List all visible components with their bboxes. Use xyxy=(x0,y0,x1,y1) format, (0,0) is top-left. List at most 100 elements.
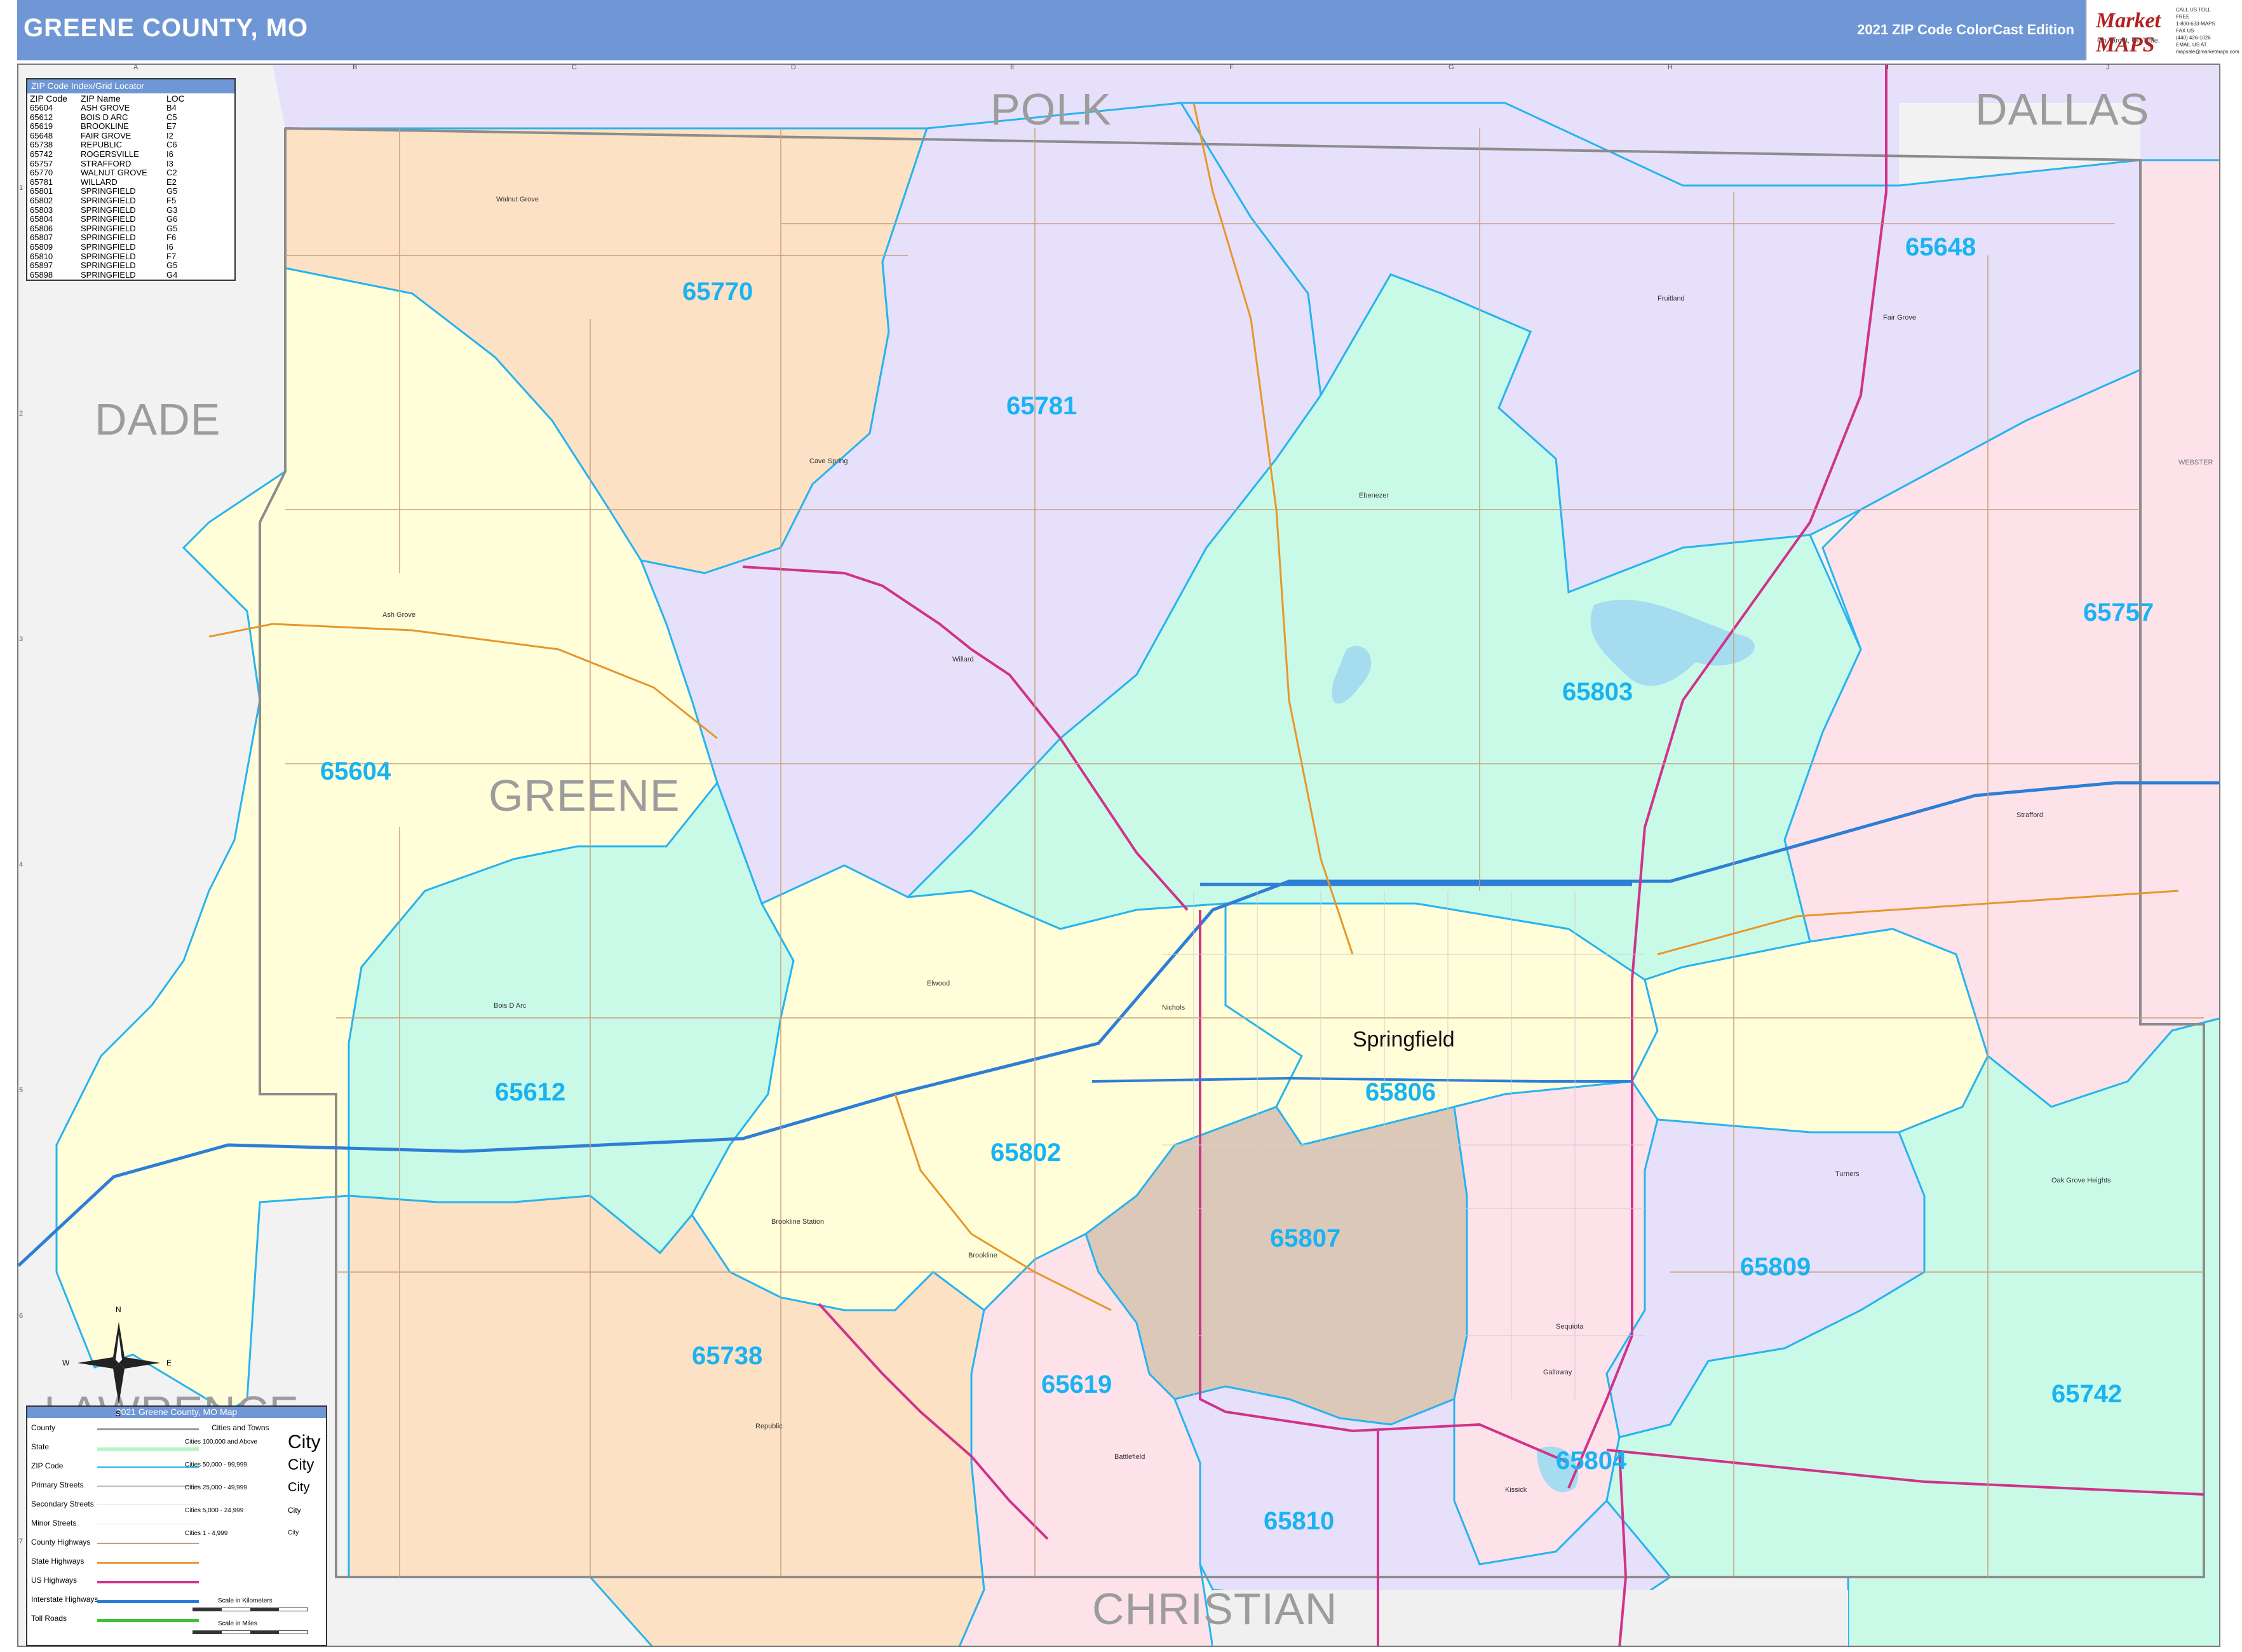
city-size-label: Cities 25,000 - 49,999 xyxy=(185,1484,247,1491)
index-zip: 65809 xyxy=(30,241,53,252)
town-label-republic: Republic xyxy=(755,1423,783,1430)
legend-item-label: ZIP Code xyxy=(31,1461,64,1470)
index-row: 65757 STRAFFORD I3 xyxy=(27,159,234,169)
index-zip: 65612 xyxy=(30,112,53,122)
index-name: FAIR GROVE xyxy=(81,130,132,140)
grid-col-d: D xyxy=(791,64,796,71)
legend-item-swatch xyxy=(97,1543,199,1544)
index-zip: 65801 xyxy=(30,186,53,196)
legend-item-label: County Highways xyxy=(31,1538,91,1547)
city-size-label: Cities 1 - 4,999 xyxy=(185,1530,228,1537)
zip-label-65742: 65742 xyxy=(2051,1380,2123,1408)
zip-label-65770: 65770 xyxy=(682,278,753,306)
index-zip: 65619 xyxy=(30,121,53,132)
zip-label-65619: 65619 xyxy=(1041,1371,1112,1398)
index-zip: 65804 xyxy=(30,214,53,224)
index-loc: G5 xyxy=(166,223,178,233)
index-loc: G5 xyxy=(166,186,178,196)
market-maps-logo: Market MAPS On Target, On Time. CALL US … xyxy=(2086,0,2239,60)
index-col-loc: LOC xyxy=(166,93,185,104)
town-label-bois-d-arc: Bois D Arc xyxy=(494,1002,527,1010)
index-loc: G6 xyxy=(166,214,178,224)
index-zip: 65803 xyxy=(30,205,53,215)
index-zip: 65810 xyxy=(30,251,53,261)
grid-row-7: 7 xyxy=(19,1538,24,1545)
compass-north: N xyxy=(116,1305,121,1314)
edition-label: 2021 ZIP Code ColorCast Edition xyxy=(1857,22,2074,37)
town-label-ash-grove: Ash Grove xyxy=(382,611,415,619)
index-loc: C6 xyxy=(166,140,177,150)
grid-row-1: 1 xyxy=(19,184,24,192)
index-name: BROOKLINE xyxy=(81,121,129,132)
scale-km-label: Scale in Kilometers xyxy=(218,1597,273,1604)
index-row: 65648 FAIR GROVE I2 xyxy=(27,130,234,141)
town-label-battlefield: Battlefield xyxy=(1114,1453,1145,1461)
map-frame[interactable]: POLK DALLAS DADE GREENE LAWRENCE CHRISTI… xyxy=(17,64,2220,1647)
index-zip: 65742 xyxy=(30,149,53,159)
grid-col-f: F xyxy=(1229,64,1234,71)
legend-item-label: State xyxy=(31,1442,50,1451)
grid-col-i: I xyxy=(1887,64,1889,71)
compass-south: S xyxy=(116,1409,121,1418)
index-row: 65770 WALNUT GROVE C2 xyxy=(27,168,234,178)
scale-km-bar xyxy=(192,1608,308,1611)
index-name: REPUBLIC xyxy=(81,140,123,150)
zip-map[interactable] xyxy=(18,65,2220,1647)
index-row: 65897 SPRINGFIELD G5 xyxy=(27,261,234,271)
index-row: 65806 SPRINGFIELD G5 xyxy=(27,224,234,234)
index-zip: 65897 xyxy=(30,261,53,271)
index-row: 65810 SPRINGFIELD F7 xyxy=(27,252,234,262)
city-size-sample: City xyxy=(288,1506,301,1515)
index-zip: 65604 xyxy=(30,103,53,112)
city-size-label: Cities 100,000 and Above xyxy=(185,1439,257,1446)
index-row: 65809 SPRINGFIELD I6 xyxy=(27,241,234,252)
index-loc: I3 xyxy=(166,158,173,168)
index-row: 65802 SPRINGFIELD F5 xyxy=(27,196,234,206)
index-name: SPRINGFIELD xyxy=(81,241,136,252)
legend-item-label: Toll Roads xyxy=(31,1614,67,1623)
index-name: WALNUT GROVE xyxy=(81,168,147,178)
legend-item-label: Minor Streets xyxy=(31,1519,77,1527)
zip-label-65612: 65612 xyxy=(495,1078,566,1106)
legend-item-label: Primary Streets xyxy=(31,1480,84,1489)
town-label-willard: Willard xyxy=(952,656,974,663)
index-row: 65612 BOIS D ARC C5 xyxy=(27,112,234,123)
legend-item-swatch xyxy=(97,1428,199,1430)
index-loc: E2 xyxy=(166,177,177,187)
contact-info: CALL US TOLL FREE 1-800-633-MAPS FAX US … xyxy=(2176,6,2239,55)
index-loc: G4 xyxy=(166,269,178,280)
zip-label-65810: 65810 xyxy=(1264,1507,1335,1535)
index-name: WILLARD xyxy=(81,177,118,187)
town-label-oak-grove-heights: Oak Grove Heights xyxy=(2051,1177,2111,1184)
city-size-sample: City xyxy=(288,1456,314,1473)
index-row: 65807 SPRINGFIELD F6 xyxy=(27,233,234,243)
legend-item-swatch xyxy=(97,1581,199,1583)
zip-code-index: ZIP Code Index/Grid Locator ZIP Code ZIP… xyxy=(26,78,236,281)
town-label-turners: Turners xyxy=(1835,1170,1860,1178)
index-loc: F6 xyxy=(166,233,177,243)
grid-col-a: A xyxy=(133,64,138,71)
legend-item-label: Secondary Streets xyxy=(31,1500,94,1508)
index-row: 65803 SPRINGFIELD G3 xyxy=(27,205,234,215)
index-row: 65619 BROOKLINE E7 xyxy=(27,122,234,132)
county-label-webster: WEBSTER xyxy=(2178,459,2213,466)
town-label-walnut-grove: Walnut Grove xyxy=(496,196,539,203)
legend-item-label: County xyxy=(31,1423,56,1432)
town-label-galloway: Galloway xyxy=(1543,1369,1572,1376)
zip-label-65804: 65804 xyxy=(1556,1447,1627,1475)
contact-line: FAX US xyxy=(2176,28,2194,34)
index-row: 65604 ASH GROVE B4 xyxy=(27,103,234,113)
city-size-sample: City xyxy=(288,1529,299,1536)
contact-line: (440) 426-1026 xyxy=(2176,35,2211,41)
index-row: 65804 SPRINGFIELD G6 xyxy=(27,215,234,224)
index-name: SPRINGFIELD xyxy=(81,186,136,196)
zip-label-65806: 65806 xyxy=(1365,1078,1436,1106)
index-title: ZIP Code Index/Grid Locator xyxy=(27,79,234,93)
compass-icon xyxy=(78,1322,160,1404)
index-name: SPRINGFIELD xyxy=(81,223,136,233)
compass-rose: N S E W xyxy=(62,1305,172,1418)
index-name: SPRINGFIELD xyxy=(81,261,136,271)
county-label-polk: POLK xyxy=(990,85,1112,134)
index-name: ASH GROVE xyxy=(81,103,130,112)
city-size-sample: City xyxy=(288,1432,321,1452)
